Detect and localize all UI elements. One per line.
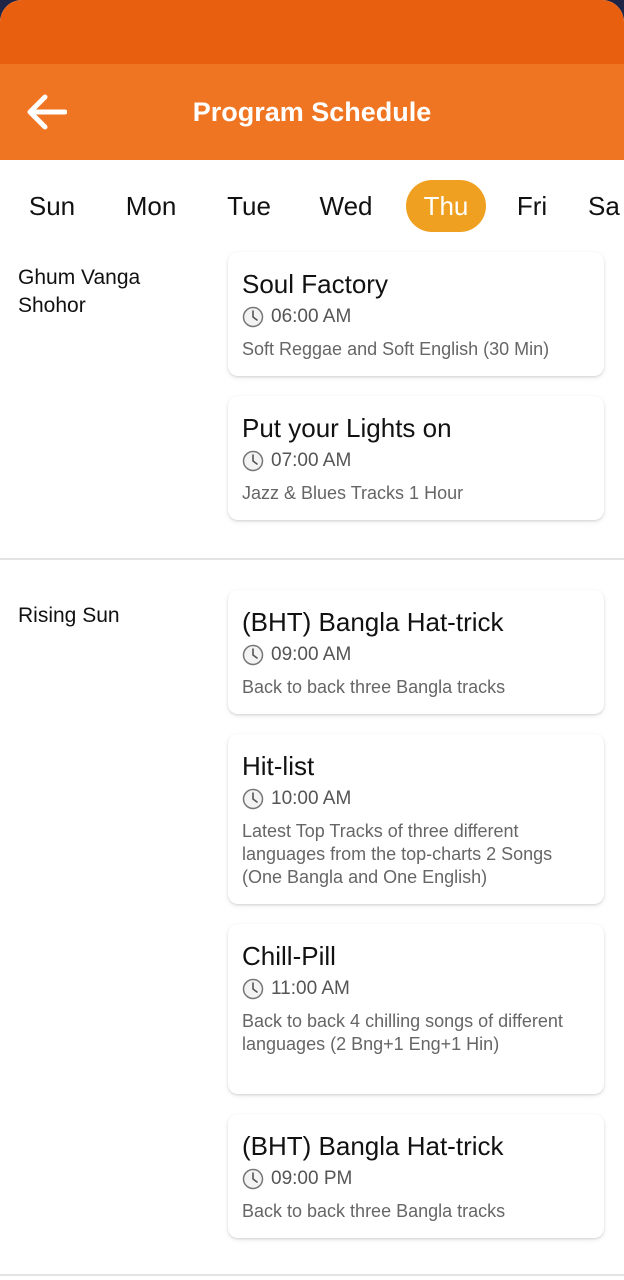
clock-icon — [242, 1168, 264, 1190]
tab-fri[interactable]: Fri — [504, 180, 560, 232]
program-card[interactable]: Hit-list 10:00 AM Latest Top Tracks of t… — [228, 734, 604, 904]
program-card[interactable]: (BHT) Bangla Hat-trick 09:00 AM Back to … — [228, 590, 604, 714]
program-card[interactable]: Soul Factory 06:00 AM Soft Reggae and So… — [228, 252, 604, 376]
program-time-row: 09:00 PM — [242, 1166, 590, 1192]
program-card[interactable]: (BHT) Bangla Hat-trick 09:00 PM Back to … — [228, 1114, 604, 1238]
tab-sun[interactable]: Sun — [12, 180, 92, 232]
arrow-left-icon — [27, 94, 67, 130]
clock-icon — [242, 306, 264, 328]
clock-icon — [242, 978, 264, 1000]
section-divider — [0, 1274, 624, 1276]
status-bar — [0, 0, 624, 64]
tab-tue[interactable]: Tue — [212, 180, 286, 232]
clock-icon — [242, 788, 264, 810]
tab-wed[interactable]: Wed — [306, 180, 386, 232]
program-title: Put your Lights on — [242, 413, 452, 443]
program-title: Soul Factory — [242, 269, 388, 299]
program-time-row: 11:00 AM — [242, 976, 590, 1002]
program-description: Back to back three Bangla tracks — [242, 677, 506, 697]
clock-icon — [242, 450, 264, 472]
program-card[interactable]: Chill-Pill 11:00 AM Back to back 4 chill… — [228, 924, 604, 1094]
page-title: Program Schedule — [192, 97, 432, 127]
program-description: Back to back 4 chilling songs of differe… — [242, 1011, 563, 1054]
back-button[interactable] — [18, 84, 74, 140]
program-time: 06:00 AM — [271, 306, 352, 327]
program-time: 09:00 AM — [271, 644, 352, 665]
app-bar: Program Schedule — [0, 64, 624, 160]
tab-mon[interactable]: Mon — [110, 180, 192, 232]
tab-sat[interactable]: Sa — [588, 180, 624, 232]
program-card[interactable]: Put your Lights on 07:00 AM Jazz & Blues… — [228, 396, 604, 520]
program-description: Latest Top Tracks of three different lan… — [242, 821, 553, 887]
program-time-row: 07:00 AM — [242, 448, 590, 474]
program-time-row: 09:00 AM — [242, 642, 590, 668]
program-time-row: 06:00 AM — [242, 304, 590, 330]
program-title: (BHT) Bangla Hat-trick — [242, 607, 504, 637]
program-time: 07:00 AM — [271, 450, 352, 471]
clock-icon — [242, 644, 264, 666]
program-description: Jazz & Blues Tracks 1 Hour — [242, 483, 464, 503]
day-tabs: Sun Mon Tue Wed Thu Fri Sa — [0, 160, 624, 248]
program-time: 11:00 AM — [271, 978, 350, 999]
program-time: 10:00 AM — [271, 788, 352, 809]
program-title: Chill-Pill — [242, 941, 336, 971]
program-description: Back to back three Bangla tracks — [242, 1201, 506, 1221]
program-time: 09:00 PM — [271, 1168, 353, 1189]
program-description: Soft Reggae and Soft English (30 Min) — [242, 339, 550, 359]
section-label: Rising Sun — [18, 604, 120, 627]
tab-thu[interactable]: Thu — [406, 180, 486, 232]
section-label: Ghum Vanga Shohor — [18, 266, 141, 317]
program-title: Hit-list — [242, 751, 315, 781]
program-title: (BHT) Bangla Hat-trick — [242, 1131, 504, 1161]
section-divider — [0, 558, 624, 560]
program-schedule-screen: Program Schedule Sun Mon Tue Wed Thu Fri… — [0, 0, 624, 1280]
program-time-row: 10:00 AM — [242, 786, 590, 812]
